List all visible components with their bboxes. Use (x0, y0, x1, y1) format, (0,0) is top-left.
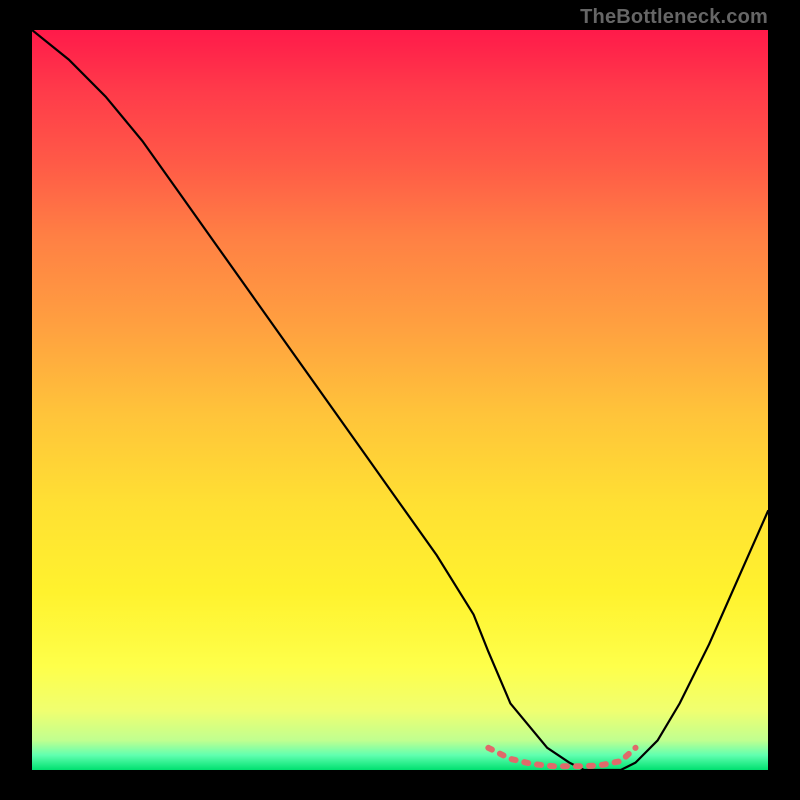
chart-frame: TheBottleneck.com (0, 0, 800, 800)
curve-layer (32, 30, 768, 770)
plot-area (32, 30, 768, 770)
watermark-text: TheBottleneck.com (580, 6, 768, 29)
bottleneck-curve-path (32, 30, 768, 770)
